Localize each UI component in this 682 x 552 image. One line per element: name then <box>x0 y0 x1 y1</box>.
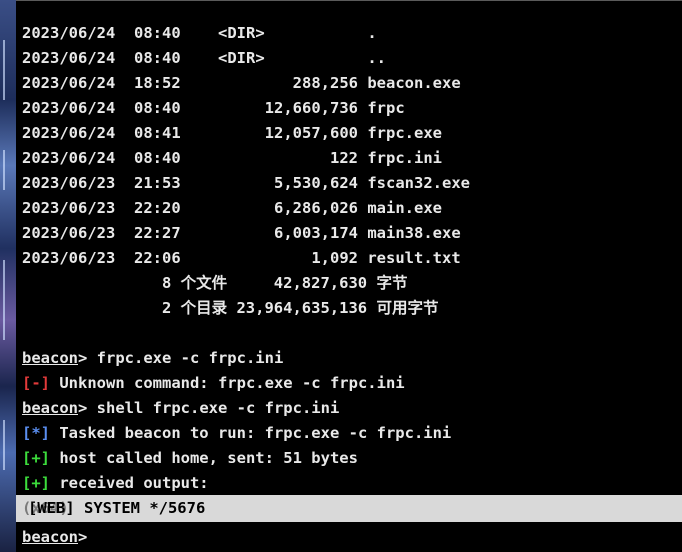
dir-listing-row: 2023/06/23 22:27 6,003,174 main38.exe <box>22 221 461 246</box>
command-text: > shell frpc.exe -c frpc.ini <box>78 399 340 417</box>
row-date: 2023/06/24 <box>22 49 116 67</box>
light-streak <box>3 420 5 470</box>
row-name: . <box>367 24 377 42</box>
row-size: 1,092 <box>190 249 358 267</box>
command-text: > frpc.exe -c frpc.ini <box>78 349 284 367</box>
row-date: 2023/06/23 <box>22 224 116 242</box>
row-time: 21:53 <box>134 174 181 192</box>
row-name: frpc.exe <box>367 124 442 142</box>
file-count-summary: 8 个文件 42,827,630 字节 <box>22 274 408 292</box>
dir-listing-row: 2023/06/23 22:06 1,092 result.txt <box>22 246 461 271</box>
dir-listing-row: 2023/06/24 08:40 <DIR> .. <box>22 46 386 71</box>
row-time: 22:06 <box>134 249 181 267</box>
dir-listing-row: 2023/06/23 21:53 5,530,624 fscan32.exe <box>22 171 470 196</box>
row-date: 2023/06/24 <box>22 99 116 117</box>
row-date: 2023/06/24 <box>22 74 116 92</box>
error-line: [-] Unknown command: frpc.exe -c frpc.in… <box>22 371 405 396</box>
row-date: 2023/06/23 <box>22 174 116 192</box>
row-size: 6,286,026 <box>190 199 358 217</box>
row-name: beacon.exe <box>367 74 461 92</box>
light-streak <box>3 260 5 340</box>
row-date: 2023/06/24 <box>22 149 116 167</box>
row-name: .. <box>367 49 387 67</box>
row-size: 6,003,174 <box>190 224 358 242</box>
row-time: 08:40 <box>134 24 181 42</box>
success-tag: [+] <box>22 449 50 467</box>
beacon-prompt: beacon <box>22 528 78 546</box>
session-info: [WEB] SYSTEM */5676 <box>28 499 215 517</box>
row-time: 08:40 <box>134 49 181 67</box>
row-name: fscan32.exe <box>367 174 470 192</box>
row-size: 5,530,624 <box>190 174 358 192</box>
row-size: 122 <box>190 149 358 167</box>
desktop-background-strip <box>0 0 16 552</box>
row-size: 12,660,736 <box>190 99 358 117</box>
row-date: 2023/06/24 <box>22 124 116 142</box>
dir-listing-row: 2023/06/24 08:40 12,660,736 frpc <box>22 96 405 121</box>
row-time: 08:40 <box>134 149 181 167</box>
light-streak <box>3 150 5 190</box>
row-time: 22:20 <box>134 199 181 217</box>
checkin-line: [+] host called home, sent: 51 bytes <box>22 446 358 471</box>
checkin-message: host called home, sent: 51 bytes <box>50 449 358 467</box>
command-line: beacon> shell frpc.exe -c frpc.ini <box>22 396 339 421</box>
error-tag: [-] <box>22 374 50 392</box>
info-message: Tasked beacon to run: frpc.exe -c frpc.i… <box>50 424 452 442</box>
error-message: Unknown command: frpc.exe -c frpc.ini <box>50 374 405 392</box>
row-size: 288,256 <box>190 74 358 92</box>
output-message: received output: <box>50 474 209 492</box>
dir-listing-row: 2023/06/24 18:52 288,256 beacon.exe <box>22 71 461 96</box>
row-time: 08:40 <box>134 99 181 117</box>
beacon-prompt: beacon <box>22 349 78 367</box>
dir-listing-row: 2023/06/24 08:40 122 frpc.ini <box>22 146 442 171</box>
row-name: frpc <box>367 99 405 117</box>
prompt-symbol: > <box>78 528 88 546</box>
beacon-prompt: beacon <box>22 399 78 417</box>
row-name: main.exe <box>367 199 442 217</box>
dir-listing-row: 2023/06/23 22:20 6,286,026 main.exe <box>22 196 442 221</box>
output-line: [+] received output: <box>22 471 209 496</box>
dir-listing-row: 2023/06/24 08:41 12,057,600 frpc.exe <box>22 121 442 146</box>
row-date: 2023/06/23 <box>22 199 116 217</box>
light-streak <box>3 40 5 100</box>
command-line: beacon> frpc.exe -c frpc.ini <box>22 346 283 371</box>
row-size: <DIR> <box>190 49 358 67</box>
row-name: frpc.ini <box>367 149 442 167</box>
beacon-console[interactable]: 2023/06/24 08:40 <DIR> . 2023/06/24 08:4… <box>16 0 682 552</box>
row-date: 2023/06/23 <box>22 249 116 267</box>
session-status-bar: [WEB] SYSTEM */5676 (x64) <box>16 495 682 522</box>
info-tag: [*] <box>22 424 50 442</box>
row-time: 22:27 <box>134 224 181 242</box>
dir-count-summary: 2 个目录 23,964,635,136 可用字节 <box>22 299 439 317</box>
tasked-line: [*] Tasked beacon to run: frpc.exe -c fr… <box>22 421 451 446</box>
row-name: main38.exe <box>367 224 461 242</box>
row-name: result.txt <box>367 249 461 267</box>
row-time: 18:52 <box>134 74 181 92</box>
row-date: 2023/06/24 <box>22 24 116 42</box>
row-size: 12,057,600 <box>190 124 358 142</box>
input-prompt-line[interactable]: beacon> <box>22 525 87 550</box>
session-status-text: [WEB] SYSTEM */5676 (x64) <box>22 495 205 522</box>
row-time: 08:41 <box>134 124 181 142</box>
dir-listing-row: 2023/06/24 08:40 <DIR> . <box>22 21 377 46</box>
success-tag: [+] <box>22 474 50 492</box>
row-size: <DIR> <box>190 24 358 42</box>
